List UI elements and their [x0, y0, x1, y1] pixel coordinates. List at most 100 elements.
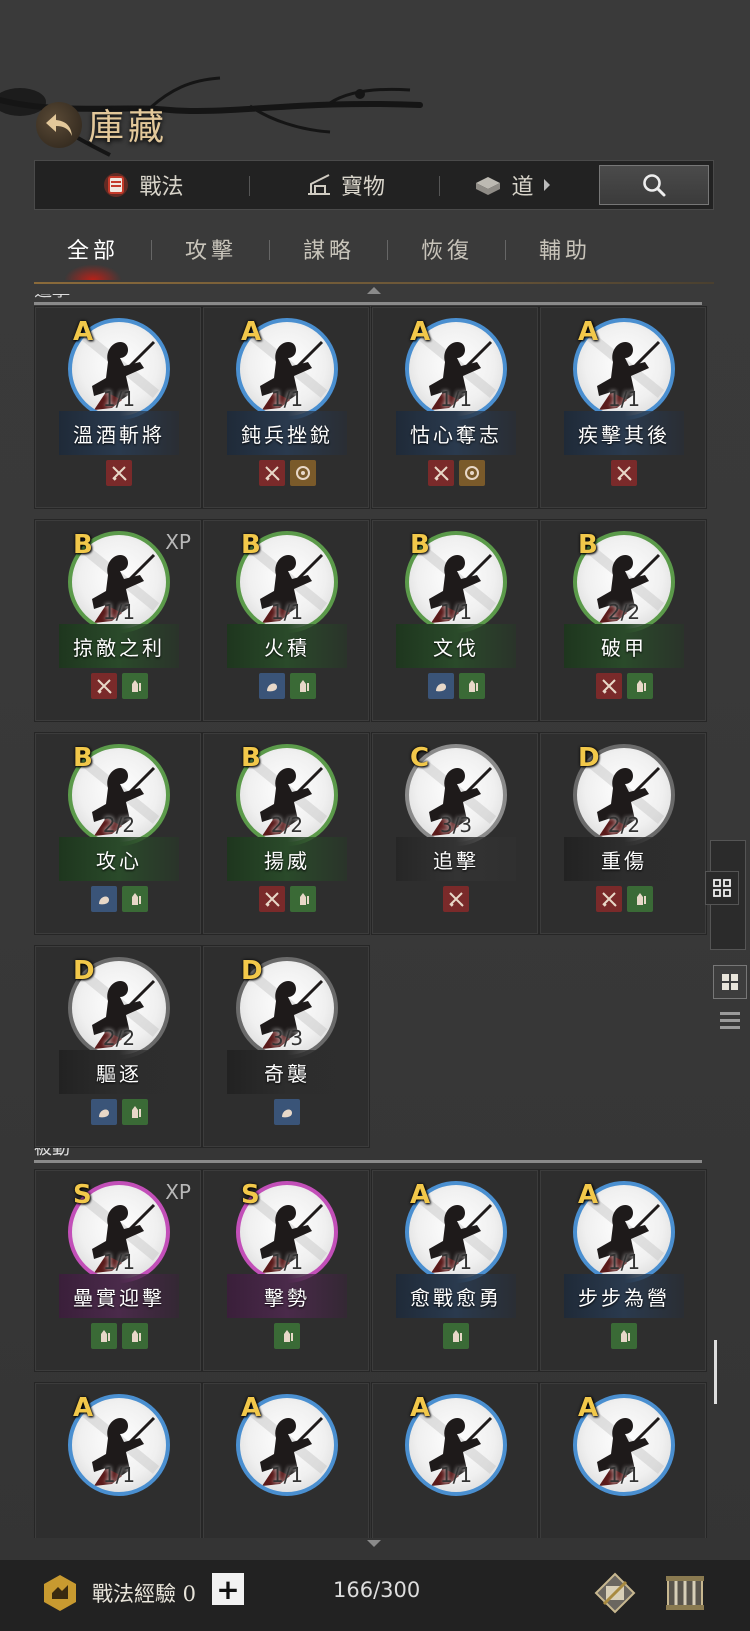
tactic-list[interactable]: 追擊 被動 A1/1 溫酒斬將 A1/1: [34, 294, 714, 1538]
tactic-tags: [203, 460, 371, 486]
tactic-experience-icon: [44, 1575, 76, 1611]
grade-badge: D: [241, 956, 263, 986]
tactic-name-label: 重傷: [601, 848, 647, 873]
filter-tab-recovery[interactable]: 恢復: [388, 224, 506, 274]
filter-tab-attack[interactable]: 攻擊: [152, 224, 270, 274]
grade-badge: A: [241, 317, 262, 347]
tactic-card[interactable]: D 3/3 奇襲: [202, 945, 370, 1148]
buff-icon: [121, 886, 148, 912]
back-button[interactable]: [36, 102, 82, 148]
tactic-card[interactable]: B 2/2 破甲: [539, 519, 707, 722]
fortify-icon: [289, 460, 316, 486]
tactic-card[interactable]: A 1/1 溫酒斬將: [34, 306, 202, 509]
tactic-card[interactable]: B 2/2 攻心: [34, 732, 202, 935]
tactic-count: 2/2: [607, 813, 641, 837]
grade-badge: B: [410, 530, 430, 560]
tactic-card[interactable]: B 2/2 揚威: [202, 732, 370, 935]
grade-badge: D: [73, 956, 95, 986]
category-tab-bar: 戰法 寶物 道: [34, 160, 714, 210]
grade-badge: A: [410, 1180, 431, 1210]
filter-tab-support[interactable]: 輔助: [506, 224, 624, 274]
tactic-count: 1/1: [270, 600, 304, 624]
tactic-card[interactable]: C 3/3 追擊: [371, 732, 539, 935]
add-experience-button[interactable]: +: [212, 1573, 244, 1606]
tactic-capacity: 166/300: [333, 1578, 421, 1602]
crossed-swords-icon: [427, 460, 454, 486]
section-divider: [34, 302, 702, 305]
tactic-name: 疾擊其後: [564, 411, 684, 455]
scroll-convert-icon[interactable]: [592, 1570, 638, 1616]
buff-icon: [458, 673, 485, 699]
filter-tab-strategy-label: 謀略: [302, 239, 355, 264]
tactic-count: 1/1: [439, 1250, 473, 1274]
tactic-experience-label: 戰法經驗 0: [92, 1582, 197, 1606]
tactic-card[interactable]: D 2/2 重傷: [539, 732, 707, 935]
tab-tactics[interactable]: 戰法: [35, 161, 250, 209]
tactic-card[interactable]: S XP 1/1 壘實迎擊: [34, 1169, 202, 1372]
tactic-card[interactable]: A 1/1 鈍兵挫銳: [202, 306, 370, 509]
strategy-icon: [90, 1099, 117, 1125]
chevron-right-icon: [543, 179, 550, 191]
list-view-button[interactable]: [713, 1003, 747, 1037]
tactic-name-label: 掠敵之利: [73, 635, 165, 660]
tactic-card[interactable]: D 2/2 驅逐: [34, 945, 202, 1148]
tactic-name: 攻心: [59, 837, 179, 881]
filter-underline: [34, 282, 714, 284]
tactic-tags: [540, 1323, 708, 1349]
grade-badge: S: [73, 1180, 92, 1210]
tactic-count: 1/1: [270, 387, 304, 411]
tactic-card[interactable]: A 1/1: [202, 1382, 370, 1538]
tactic-card[interactable]: B XP 1/1 掠敵之利: [34, 519, 202, 722]
buff-icon: [289, 673, 316, 699]
tactic-card[interactable]: A 1/1 怙心奪志: [371, 306, 539, 509]
filter-tab-all[interactable]: 全部: [34, 224, 152, 280]
tactic-card[interactable]: A 1/1: [539, 1382, 707, 1538]
xp-badge: XP: [165, 530, 191, 554]
tactic-count: 1/1: [439, 1463, 473, 1487]
war-tactic-icon: [104, 173, 129, 197]
filter-tab-recovery-label: 恢復: [420, 239, 473, 264]
grid-view-button[interactable]: [705, 871, 739, 905]
tactic-tags: [203, 1323, 371, 1349]
tab-treasure[interactable]: 寶物: [250, 161, 440, 209]
filter-tab-attack-label: 攻擊: [184, 239, 237, 264]
tactic-count: 1/1: [102, 600, 136, 624]
scrollbar[interactable]: [714, 1340, 717, 1404]
tactic-name: 揚威: [227, 837, 347, 881]
search-icon: [643, 174, 666, 197]
tactic-card[interactable]: A 1/1: [34, 1382, 202, 1538]
tactic-card[interactable]: A 1/1 愈戰愈勇: [371, 1169, 539, 1372]
buff-icon: [626, 886, 653, 912]
tactic-name: 擊勢: [227, 1274, 347, 1318]
tactic-count: 1/1: [102, 1250, 136, 1274]
section-divider: [34, 1160, 702, 1163]
tactic-tags: [372, 1323, 540, 1349]
tactic-name-label: 奇襲: [264, 1061, 310, 1086]
tactic-card[interactable]: B 1/1 文伐: [371, 519, 539, 722]
tactic-card[interactable]: A 1/1: [371, 1382, 539, 1538]
tactic-count: 1/1: [439, 387, 473, 411]
search-button[interactable]: [599, 165, 709, 205]
large-grid-view-button[interactable]: [713, 965, 747, 999]
tactic-card[interactable]: A 1/1 步步為營: [539, 1169, 707, 1372]
crossed-swords-icon: [595, 673, 622, 699]
tactic-name: 愈戰愈勇: [396, 1274, 516, 1318]
list-icon: [720, 1012, 740, 1029]
filter-tab-strategy[interactable]: 謀略: [270, 224, 388, 274]
tactic-card[interactable]: B 1/1 火積: [202, 519, 370, 722]
tab-tactics-label: 戰法: [139, 175, 184, 200]
grade-badge: A: [410, 1393, 431, 1423]
tactic-card[interactable]: A 1/1 疾擊其後: [539, 306, 707, 509]
tactic-card[interactable]: S 1/1 擊勢: [202, 1169, 370, 1372]
tactic-count: 2/2: [102, 1026, 136, 1050]
tab-items[interactable]: 道: [440, 161, 585, 209]
buff-icon: [289, 886, 316, 912]
tactic-count: 3/3: [270, 1026, 304, 1050]
tactic-name-label: 揚威: [264, 848, 310, 873]
strategy-icon: [274, 1099, 300, 1125]
fortify-icon: [458, 460, 485, 486]
tactic-name: 奇襲: [227, 1050, 347, 1094]
scroll-bundle-icon[interactable]: [662, 1570, 708, 1616]
tactic-name: 重傷: [564, 837, 684, 881]
buff-icon: [443, 1323, 469, 1349]
